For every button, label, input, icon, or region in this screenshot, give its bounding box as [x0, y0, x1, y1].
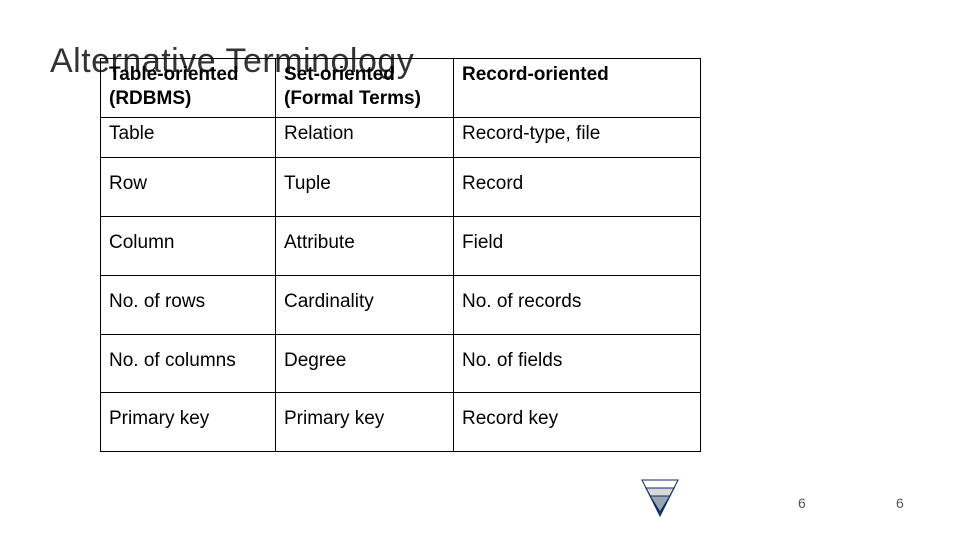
cell: No. of columns [101, 334, 276, 393]
table-header-row: Table-oriented (RDBMS) Set-oriented (For… [101, 59, 701, 118]
header-col1: Table-oriented (RDBMS) [101, 59, 276, 118]
cell: No. of rows [101, 275, 276, 334]
cell: Row [101, 158, 276, 217]
cell: Field [454, 217, 701, 276]
cell: Relation [276, 117, 454, 158]
table-row: Row Tuple Record [101, 158, 701, 217]
cell: Column [101, 217, 276, 276]
page-number-duplicate: 6 [896, 495, 904, 511]
header-col2: Set-oriented (Formal Terms) [276, 59, 454, 118]
cell: No. of records [454, 275, 701, 334]
cell: Record key [454, 393, 701, 452]
cell: Record-type, file [454, 117, 701, 158]
table-row: No. of rows Cardinality No. of records [101, 275, 701, 334]
table-row: Primary key Primary key Record key [101, 393, 701, 452]
cell: Cardinality [276, 275, 454, 334]
cell: Degree [276, 334, 454, 393]
page-number: 6 [798, 495, 806, 511]
terminology-table: Table-oriented (RDBMS) Set-oriented (For… [100, 58, 701, 452]
table-row: Column Attribute Field [101, 217, 701, 276]
triangle-decor-icon [640, 478, 680, 518]
header-col3: Record-oriented [454, 59, 701, 118]
cell: No. of fields [454, 334, 701, 393]
cell: Table [101, 117, 276, 158]
table-row: Table Relation Record-type, file [101, 117, 701, 158]
cell: Primary key [101, 393, 276, 452]
cell: Primary key [276, 393, 454, 452]
cell: Tuple [276, 158, 454, 217]
cell: Attribute [276, 217, 454, 276]
cell: Record [454, 158, 701, 217]
table-row: No. of columns Degree No. of fields [101, 334, 701, 393]
